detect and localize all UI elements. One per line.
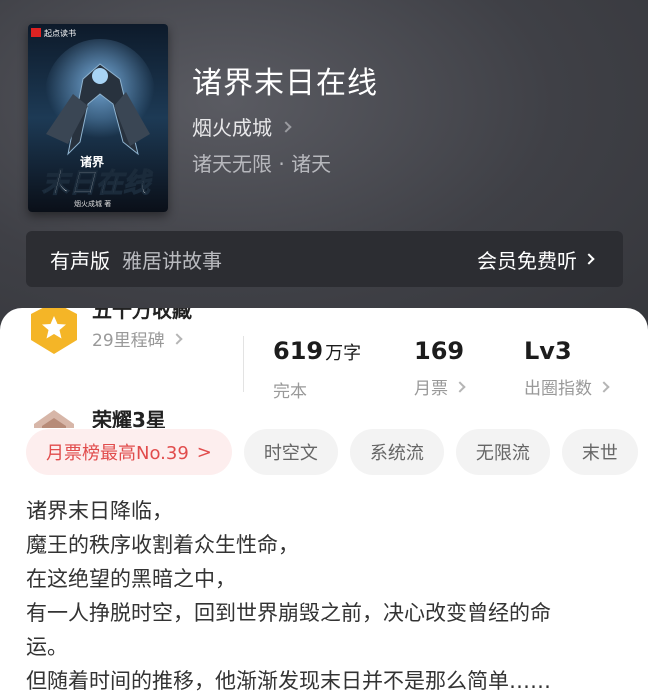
chevron-right-icon [454,380,466,393]
completion-status: 完本 [273,382,307,402]
book-genre: 诸天无限 · 诸天 [192,152,332,176]
book-synopsis[interactable]: 诸界末日降临， 魔王的秩序收割着众生性命， 在这绝望的黑暗之中， 有一人挣脱时空… [26,494,626,694]
chevron-right-icon: > [196,441,212,463]
synopsis-line: 有一人挣脱时空，回到世界崩毁之前，决心改变曾经的命 [26,601,551,625]
cover-title-small: 诸界 [80,154,104,169]
chevron-right-icon [598,380,610,393]
author-link[interactable]: 烟火成城 [192,112,292,141]
book-header: 起点读书 诸界 末日在线 烟火成城 著 诸界末日在线 烟火成城 诸天无限 · 诸… [0,0,648,340]
ranking-label: 月票榜最高No.39 [46,443,189,464]
stats-divider [243,336,244,392]
cover-publisher: 起点读书 [44,28,76,38]
free-listen-label: 会员免费听 [477,248,577,273]
popularity-level: Lv3 [524,337,572,365]
achievement-title: 五十万收藏 [92,308,192,322]
synopsis-line: 在这绝望的黑暗之中， [26,567,236,591]
cover-title-big: 末日在线 [42,168,153,199]
word-count-value: 619 [273,337,324,365]
synopsis-line: 但随着时间的推移，他渐渐发现末日并不是那么简单…… [26,669,551,693]
book-title: 诸界末日在线 [192,66,378,101]
free-listen-button[interactable]: 会员免费听 [477,245,595,274]
star-badge-icon [31,308,77,354]
word-count-unit: 万字 [325,343,362,364]
chevron-right-icon [280,120,292,133]
tag-ranking[interactable]: 月票榜最高No.39 > [26,429,232,475]
achievement-carousel[interactable]: 五十万收藏 29里程碑 荣耀3星 [0,308,240,428]
chevron-right-icon [170,332,183,345]
tag-item[interactable]: 时空文 [243,429,338,475]
tag-list: 月票榜最高No.39 > 时空文 系统流 无限流 末世 [26,429,638,475]
synopsis-line: 魔王的秩序收割着众生性命， [26,533,299,557]
audio-version-bar[interactable]: 有声版 雅居讲故事 会员免费听 [26,231,623,287]
tag-item[interactable]: 末世 [561,429,638,475]
crown-badge-icon [34,410,74,428]
book-detail-sheet: 五十万收藏 29里程碑 荣耀3星 619 万字 完本 169 月票 Lv3 出圈指… [0,308,648,694]
popularity-label: 出圈指数 [524,379,592,399]
cover-author: 烟火成城 著 [74,199,111,208]
tag-item[interactable]: 系统流 [349,429,444,475]
author-name: 烟火成城 [192,116,272,140]
audio-label: 有声版 [50,248,110,273]
book-cover[interactable]: 起点读书 诸界 末日在线 烟火成城 著 [28,24,168,212]
achievement-milestone[interactable]: 29里程碑 [92,326,183,351]
achievement-title-2: 荣耀3星 [92,408,166,428]
chevron-right-icon [583,253,595,265]
stat-monthly-tickets[interactable]: 169 月票 [414,336,466,399]
audio-narrator: 雅居讲故事 [122,248,222,273]
stat-word-count: 619 万字 完本 [273,336,361,402]
stat-popularity-index[interactable]: Lv3 出圈指数 [524,336,610,399]
monthly-ticket-label: 月票 [414,379,448,399]
cover-art: 起点读书 诸界 末日在线 烟火成城 著 [28,24,168,212]
monthly-ticket-value: 169 [414,337,465,365]
synopsis-line: 运。 [26,635,68,659]
milestone-label: 29里程碑 [92,331,165,351]
tag-item[interactable]: 无限流 [455,429,550,475]
synopsis-line: 诸界末日降临， [26,499,173,523]
